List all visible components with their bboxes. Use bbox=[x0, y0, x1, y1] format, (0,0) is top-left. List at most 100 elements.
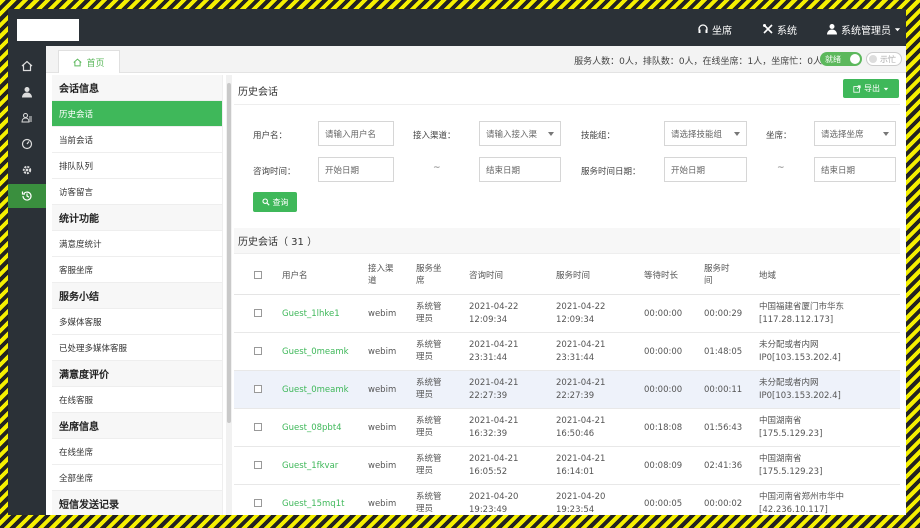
rail-user[interactable] bbox=[8, 80, 46, 104]
menu-section-title[interactable]: 短信发送记录 bbox=[52, 491, 222, 515]
row-username[interactable]: Guest_0meamk bbox=[282, 384, 349, 396]
rail-settings[interactable] bbox=[8, 158, 46, 182]
row-checkbox[interactable] bbox=[254, 309, 262, 317]
menu-item-agent-stats[interactable]: 客服坐席 bbox=[52, 257, 222, 283]
toggle-knob bbox=[850, 54, 860, 64]
row-ip: [42.236.10.117] bbox=[759, 505, 828, 515]
icon-rail bbox=[8, 46, 46, 515]
rail-group[interactable] bbox=[8, 106, 46, 130]
menu-item-multimedia[interactable]: 多媒体客服 bbox=[52, 309, 222, 335]
row-checkbox[interactable] bbox=[254, 423, 262, 431]
row-service-time: 16:14:01 bbox=[556, 467, 595, 477]
row-service-date: 2021-04-21 bbox=[556, 340, 606, 350]
query-label: 查询 bbox=[272, 197, 289, 207]
rail-history[interactable] bbox=[8, 184, 46, 208]
consult-start-date[interactable]: 开始日期 bbox=[318, 157, 394, 182]
row-checkbox[interactable] bbox=[254, 499, 262, 507]
menu-item-visitor-message[interactable]: 访客留言 bbox=[52, 179, 222, 205]
caret-down-icon bbox=[883, 86, 889, 92]
agent-menu[interactable]: 坐席 bbox=[697, 21, 732, 37]
menu-section-title[interactable]: 统计功能 bbox=[52, 205, 222, 231]
row-username[interactable]: Guest_0meamk bbox=[282, 346, 349, 358]
menu-section-title[interactable]: 会话信息 bbox=[52, 75, 222, 101]
header-username[interactable]: 用户名 bbox=[282, 270, 308, 282]
group-icon bbox=[21, 112, 33, 124]
row-consult-time: 19:23:49 bbox=[469, 505, 508, 515]
system-menu[interactable]: 系统 bbox=[762, 21, 797, 37]
service-start-date[interactable]: 开始日期 bbox=[664, 157, 747, 182]
page-title: 历史会话 bbox=[238, 87, 278, 98]
menu-scrollbar[interactable] bbox=[226, 75, 232, 515]
result-section-title: 历史会话（ 31 ） bbox=[234, 228, 900, 254]
row-service-date: 2021-04-21 bbox=[556, 454, 606, 464]
menu-item-online-service[interactable]: 在线客服 bbox=[52, 387, 222, 413]
rail-gauge[interactable] bbox=[8, 132, 46, 156]
row-ip: IP0[103.153.202.4] bbox=[759, 391, 841, 401]
channel-select[interactable]: 请输入接入渠 bbox=[479, 121, 561, 146]
row-username[interactable]: Guest_1lhke1 bbox=[282, 308, 340, 320]
row-agent: 系统管理员 bbox=[416, 378, 442, 400]
menu-item-history-session[interactable]: 历史会话 bbox=[52, 101, 222, 127]
table-row[interactable]: Guest_0meamk webim 系统管理员 2021-04-21 23:3… bbox=[234, 333, 900, 371]
row-consult-time: 22:27:39 bbox=[469, 391, 508, 401]
header-service-duration[interactable]: 服务时间 bbox=[704, 263, 734, 287]
gauge-icon bbox=[21, 138, 33, 150]
menu-section-title[interactable]: 满意度评价 bbox=[52, 361, 222, 387]
export-button[interactable]: 导出 bbox=[843, 79, 899, 98]
row-duration: 01:56:43 bbox=[704, 423, 743, 433]
row-consult-time: 16:32:39 bbox=[469, 429, 508, 439]
row-duration: 00:00:02 bbox=[704, 499, 743, 509]
menu-item-all-agents[interactable]: 全部坐席 bbox=[52, 465, 222, 491]
query-button[interactable]: 查询 bbox=[253, 192, 297, 212]
ready-toggle[interactable]: 就绪 bbox=[820, 52, 862, 66]
header-agent[interactable]: 服务坐席 bbox=[416, 263, 446, 287]
agent-select[interactable]: 请选择坐席 bbox=[814, 121, 896, 146]
select-all-checkbox[interactable] bbox=[254, 271, 262, 279]
header-wait-duration[interactable]: 等待时长 bbox=[644, 270, 678, 282]
table-row[interactable]: Guest_1fkvar webim 系统管理员 2021-04-21 16:0… bbox=[234, 447, 900, 485]
row-username[interactable]: Guest_15mq1t bbox=[282, 498, 344, 510]
row-wait: 00:00:00 bbox=[644, 347, 683, 357]
menu-item-queue[interactable]: 排队队列 bbox=[52, 153, 222, 179]
table-row[interactable]: Guest_1lhke1 webim 系统管理员 2021-04-22 12:0… bbox=[234, 295, 900, 333]
header-region[interactable]: 地域 bbox=[759, 270, 776, 282]
user-icon bbox=[826, 23, 838, 35]
header-channel[interactable]: 接入渠道 bbox=[368, 263, 398, 287]
skill-group-select[interactable]: 请选择技能组 bbox=[664, 121, 747, 146]
user-menu[interactable]: 系统管理员 bbox=[826, 21, 901, 37]
skill-group-label: 技能组： bbox=[581, 131, 616, 141]
header-service-time[interactable]: 服务时间 bbox=[556, 270, 590, 282]
menu-item-current-session[interactable]: 当前会话 bbox=[52, 127, 222, 153]
row-service-time: 23:31:44 bbox=[556, 353, 595, 363]
menu-item-satisfaction-stats[interactable]: 满意度统计 bbox=[52, 231, 222, 257]
row-consult-time: 23:31:44 bbox=[469, 353, 508, 363]
menu-section-title[interactable]: 坐席信息 bbox=[52, 413, 222, 439]
consult-end-date[interactable]: 结束日期 bbox=[479, 157, 561, 182]
menu-item-online-agents[interactable]: 在线坐席 bbox=[52, 439, 222, 465]
username-input[interactable]: 请输入用户名 bbox=[318, 121, 394, 146]
system-menu-label: 系统 bbox=[777, 25, 797, 37]
rail-home[interactable] bbox=[8, 54, 46, 78]
row-username[interactable]: Guest_1fkvar bbox=[282, 460, 338, 472]
menu-section-title[interactable]: 服务小结 bbox=[52, 283, 222, 309]
busy-toggle[interactable]: 示忙 bbox=[866, 52, 902, 66]
row-checkbox[interactable] bbox=[254, 347, 262, 355]
service-end-date[interactable]: 结束日期 bbox=[814, 157, 896, 182]
table-row[interactable]: Guest_15mq1t webim 系统管理员 2021-04-20 19:2… bbox=[234, 485, 900, 515]
table-row[interactable]: Guest_08pbt4 webim 系统管理员 2021-04-21 16:3… bbox=[234, 409, 900, 447]
row-checkbox[interactable] bbox=[254, 461, 262, 469]
chevron-down-icon bbox=[548, 132, 554, 136]
row-region: 未分配或者内网 bbox=[759, 340, 819, 350]
home-icon bbox=[21, 60, 33, 72]
row-ip: [117.28.112.173] bbox=[759, 315, 834, 325]
header-consult-time[interactable]: 咨询时间 bbox=[469, 270, 503, 282]
table-row[interactable]: Guest_0meamk webim 系统管理员 2021-04-21 22:2… bbox=[234, 371, 900, 409]
row-duration: 00:00:11 bbox=[704, 385, 743, 395]
row-username[interactable]: Guest_08pbt4 bbox=[282, 422, 342, 434]
menu-item-processed-multimedia[interactable]: 已处理多媒体客服 bbox=[52, 335, 222, 361]
scrollbar-thumb[interactable] bbox=[227, 83, 231, 423]
chevron-down-icon bbox=[883, 132, 889, 136]
row-checkbox[interactable] bbox=[254, 385, 262, 393]
row-channel: webim bbox=[368, 423, 397, 433]
tab-home[interactable]: 首页 bbox=[58, 50, 120, 73]
